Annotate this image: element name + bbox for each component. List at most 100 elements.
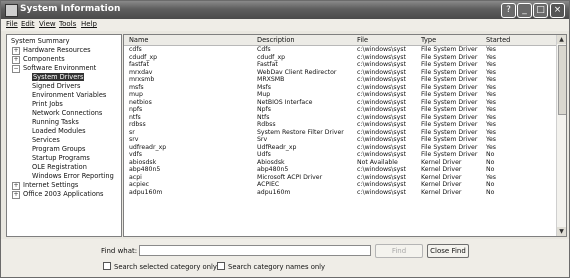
- table-row[interactable]: mrxdav WebDav Client Redirector c:\windows…: [124, 69, 556, 77]
- tree-item-ole-registration[interactable]: OLE Registration: [32, 163, 87, 172]
- cell-started: Yes: [486, 113, 496, 121]
- table-row[interactable]: cdudf_xp cdudf_xp c:\windows\syst File Syst…: [124, 54, 556, 62]
- cell-type: File System Driver: [421, 143, 478, 151]
- cell-description: Msfs: [257, 83, 271, 91]
- expand-icon[interactable]: +: [12, 191, 20, 199]
- scrollbar-thumb[interactable]: [558, 45, 566, 115]
- tree-item-network-connections[interactable]: Network Connections: [32, 109, 102, 118]
- cell-description: ACPIEC: [257, 181, 280, 188]
- table-row[interactable]: mup Mup c:\windows\syst File System Driver Y…: [124, 91, 556, 99]
- table-row[interactable]: rdbss Rdbss c:\windows\syst File System Dri…: [124, 121, 556, 129]
- cell-name: adpu160m: [129, 188, 163, 196]
- tree-item-environment-variables[interactable]: Environment Variables: [32, 91, 106, 100]
- search-selected-category-checkbox[interactable]: Search selected category only: [103, 262, 217, 271]
- cell-description: adpu160m: [257, 188, 291, 196]
- tree-item-program-groups[interactable]: Program Groups: [32, 145, 85, 154]
- tree-item-components[interactable]: Components: [23, 55, 65, 64]
- table-row[interactable]: netbios NetBIOS Interface c:\windows\syst F…: [124, 99, 556, 107]
- scroll-down-icon[interactable]: ▼: [557, 227, 566, 236]
- table-row[interactable]: fastfat Fastfat c:\windows\syst File System…: [124, 61, 556, 69]
- tree-item-startup-programs[interactable]: Startup Programs: [32, 154, 90, 163]
- scroll-up-icon[interactable]: ▲: [557, 35, 566, 44]
- maximize-icon[interactable]: □: [533, 3, 548, 18]
- cell-started: Yes: [486, 53, 496, 61]
- tree-item-windows-error-reporting[interactable]: Windows Error Reporting: [32, 172, 114, 181]
- cell-description: Mup: [257, 91, 271, 98]
- minimize-icon[interactable]: _: [517, 3, 532, 18]
- cell-started: Yes: [486, 136, 496, 143]
- expand-icon[interactable]: +: [12, 182, 20, 190]
- cell-description: WebDav Client Redirector: [257, 68, 337, 76]
- cell-description: Abiosdsk: [257, 158, 285, 166]
- tree-item-system-drivers[interactable]: System Drivers: [32, 73, 85, 81]
- cell-file: c:\windows\syst: [357, 91, 406, 98]
- category-tree[interactable]: System Summary + Hardware Resources + Co…: [6, 34, 122, 237]
- cell-type: Kernel Driver: [421, 173, 462, 181]
- collapse-icon[interactable]: −: [12, 65, 20, 73]
- cell-file: c:\windows\syst: [357, 76, 406, 83]
- expand-icon[interactable]: +: [12, 56, 20, 64]
- table-row[interactable]: srv Srv c:\windows\syst File System Driver Y…: [124, 136, 556, 144]
- cell-file: c:\windows\syst: [357, 143, 406, 151]
- cell-name: msfs: [129, 83, 144, 91]
- table-row[interactable]: npfs Npfs c:\windows\syst File System Drive…: [124, 106, 556, 114]
- menu-tools[interactable]: Tools: [59, 20, 76, 28]
- tree-item-hardware-resources[interactable]: Hardware Resources: [23, 46, 91, 55]
- cell-description: Fastfat: [257, 61, 278, 68]
- menu-edit[interactable]: Edit: [21, 20, 35, 28]
- find-button[interactable]: Find: [375, 244, 423, 258]
- table-row[interactable]: cdfs Cdfs c:\windows\syst File System Drive…: [124, 46, 556, 54]
- table-row[interactable]: msfs Msfs c:\windows\syst File System Drive…: [124, 84, 556, 92]
- menu-help[interactable]: Help: [81, 20, 97, 28]
- table-row[interactable]: abiosdsk Abiosdsk Not Available Kernel Driv…: [124, 159, 556, 167]
- table-row[interactable]: ntfs Ntfs c:\windows\syst File System Drive…: [124, 114, 556, 122]
- table-row[interactable]: acpiec ACPIEC c:\windows\syst Kernel Driver…: [124, 181, 556, 189]
- tree-item-office-2003[interactable]: Office 2003 Applications: [23, 190, 104, 199]
- cell-started: No: [486, 181, 495, 188]
- menu-file[interactable]: File: [6, 20, 18, 28]
- column-header-started[interactable]: Started: [486, 36, 510, 44]
- cell-name: acpi: [129, 173, 142, 181]
- close-find-button[interactable]: Close Find: [427, 244, 469, 258]
- cell-started: Yes: [486, 143, 496, 151]
- tree-item-signed-drivers[interactable]: Signed Drivers: [32, 82, 80, 91]
- close-icon[interactable]: ×: [550, 3, 565, 18]
- find-what-input[interactable]: [139, 245, 371, 256]
- table-row[interactable]: mrxsmb MRXSMB c:\windows\syst File System D…: [124, 76, 556, 84]
- menu-view[interactable]: View: [39, 20, 56, 28]
- table-row[interactable]: udfreadr_xp UdfReadr_xp c:\windows\syst Fil…: [124, 144, 556, 152]
- tree-item-system-summary[interactable]: System Summary: [11, 37, 70, 46]
- system-information-window: System Information ? _ □ × File Edit Vie…: [0, 0, 570, 278]
- cell-file: c:\windows\syst: [357, 83, 406, 91]
- column-header-description[interactable]: Description: [257, 36, 295, 44]
- column-header-name[interactable]: Name: [129, 36, 148, 44]
- cell-description: abp480n5: [257, 166, 289, 173]
- cell-type: Kernel Driver: [421, 158, 462, 166]
- table-row[interactable]: adpu160m adpu160m c:\windows\syst Kernel Dr…: [124, 189, 556, 197]
- table-row[interactable]: abp480n5 abp480n5 c:\windows\syst Kernel Dr…: [124, 166, 556, 174]
- table-row[interactable]: vdfs Udfs c:\windows\syst File System Drive…: [124, 151, 556, 159]
- cell-description: Microsoft ACPI Driver: [257, 173, 323, 181]
- help-caption-icon[interactable]: ?: [501, 3, 516, 18]
- tree-item-internet-settings[interactable]: Internet Settings: [23, 181, 78, 190]
- tree-item-running-tasks[interactable]: Running Tasks: [32, 118, 79, 127]
- app-icon: [5, 4, 18, 17]
- tree-item-loaded-modules[interactable]: Loaded Modules: [32, 127, 86, 136]
- find-bar: Find what: Find Close Find Search select…: [1, 239, 569, 277]
- table-row[interactable]: acpi Microsoft ACPI Driver c:\windows\syst…: [124, 174, 556, 182]
- checkbox-icon[interactable]: [103, 262, 111, 270]
- cell-file: c:\windows\syst: [357, 173, 406, 181]
- cell-started: Yes: [486, 128, 496, 136]
- tree-item-print-jobs[interactable]: Print Jobs: [32, 100, 63, 109]
- checkbox-icon[interactable]: [217, 262, 225, 270]
- cell-type: File System Driver: [421, 61, 478, 68]
- expand-icon[interactable]: +: [12, 47, 20, 55]
- column-header-file[interactable]: File: [357, 36, 368, 44]
- table-row[interactable]: sr System Restore Filter Driver c:\windows…: [124, 129, 556, 137]
- tree-item-services[interactable]: Services: [32, 136, 60, 145]
- vertical-scrollbar[interactable]: ▲ ▼: [556, 35, 566, 236]
- details-list[interactable]: Name Description File Type Started cdfs C…: [123, 34, 567, 237]
- column-header-type[interactable]: Type: [421, 36, 436, 44]
- tree-item-software-environment[interactable]: Software Environment: [23, 64, 96, 73]
- search-category-names-checkbox[interactable]: Search category names only: [217, 262, 325, 271]
